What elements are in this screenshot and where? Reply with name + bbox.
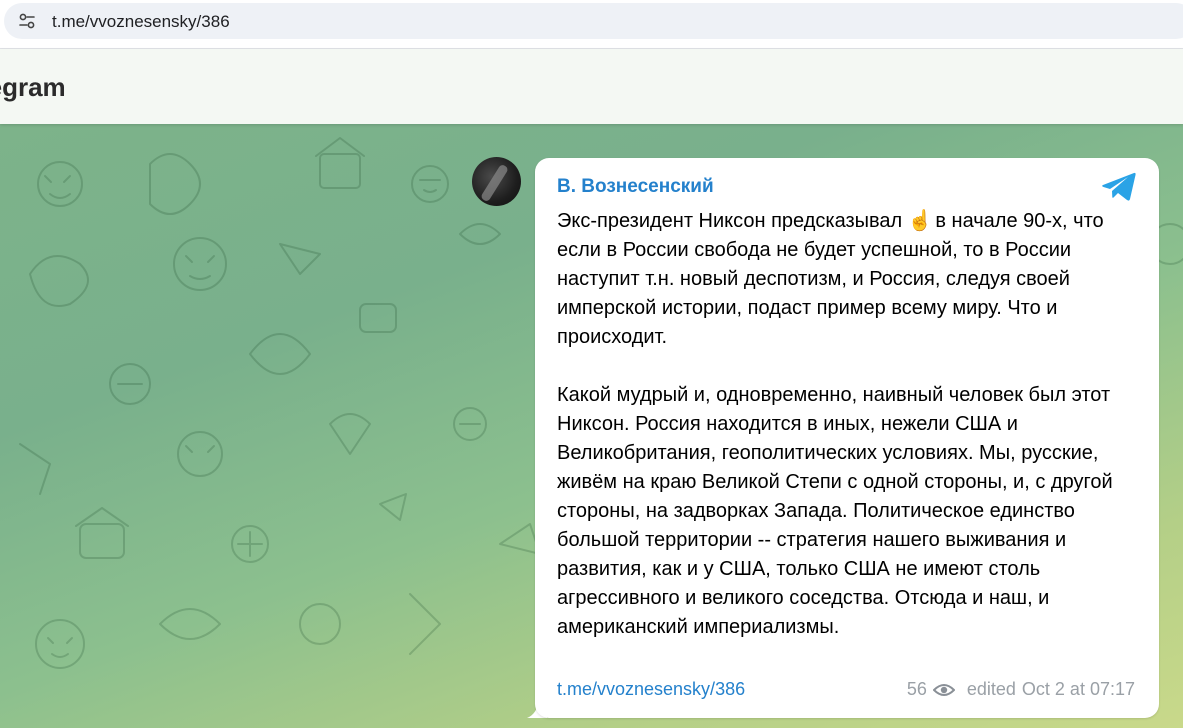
message-bubble: В. Вознесенский Экс-президент Никсон пре… bbox=[535, 158, 1159, 718]
telegram-brand[interactable]: Telegram bbox=[0, 72, 66, 103]
post-link[interactable]: t.me/vvoznesensky/386 bbox=[557, 679, 745, 700]
eye-icon bbox=[932, 683, 955, 696]
browser-toolbar: t.me/vvoznesensky/386 bbox=[0, 0, 1183, 42]
message-paragraph-2: Какой мудрый и, одновременно, наивный че… bbox=[557, 384, 1119, 638]
edited-label: edited bbox=[966, 679, 1016, 699]
pointing-up-emoji-icon: ☝️ bbox=[907, 210, 933, 232]
views-count: 56 bbox=[906, 679, 927, 699]
tune-icon[interactable] bbox=[16, 10, 38, 32]
message-text: Экс-президент Никсон предсказывал ☝️ в н… bbox=[557, 207, 1147, 642]
telegram-logo-icon[interactable] bbox=[1101, 172, 1137, 202]
avatar[interactable] bbox=[472, 157, 521, 206]
message-paragraph-1-start: Экс-президент Никсон предсказывал bbox=[557, 210, 908, 232]
telegram-header: Telegram bbox=[0, 49, 1183, 124]
author-name[interactable]: В. Вознесенский bbox=[557, 176, 714, 198]
url-text[interactable]: t.me/vvoznesensky/386 bbox=[52, 12, 230, 32]
address-bar[interactable]: t.me/vvoznesensky/386 bbox=[4, 3, 1183, 39]
message-timestamp: Oct 2 at 07:17 bbox=[1021, 679, 1135, 699]
message-meta: 56 edited Oct 2 at 07:17 bbox=[907, 679, 1135, 700]
